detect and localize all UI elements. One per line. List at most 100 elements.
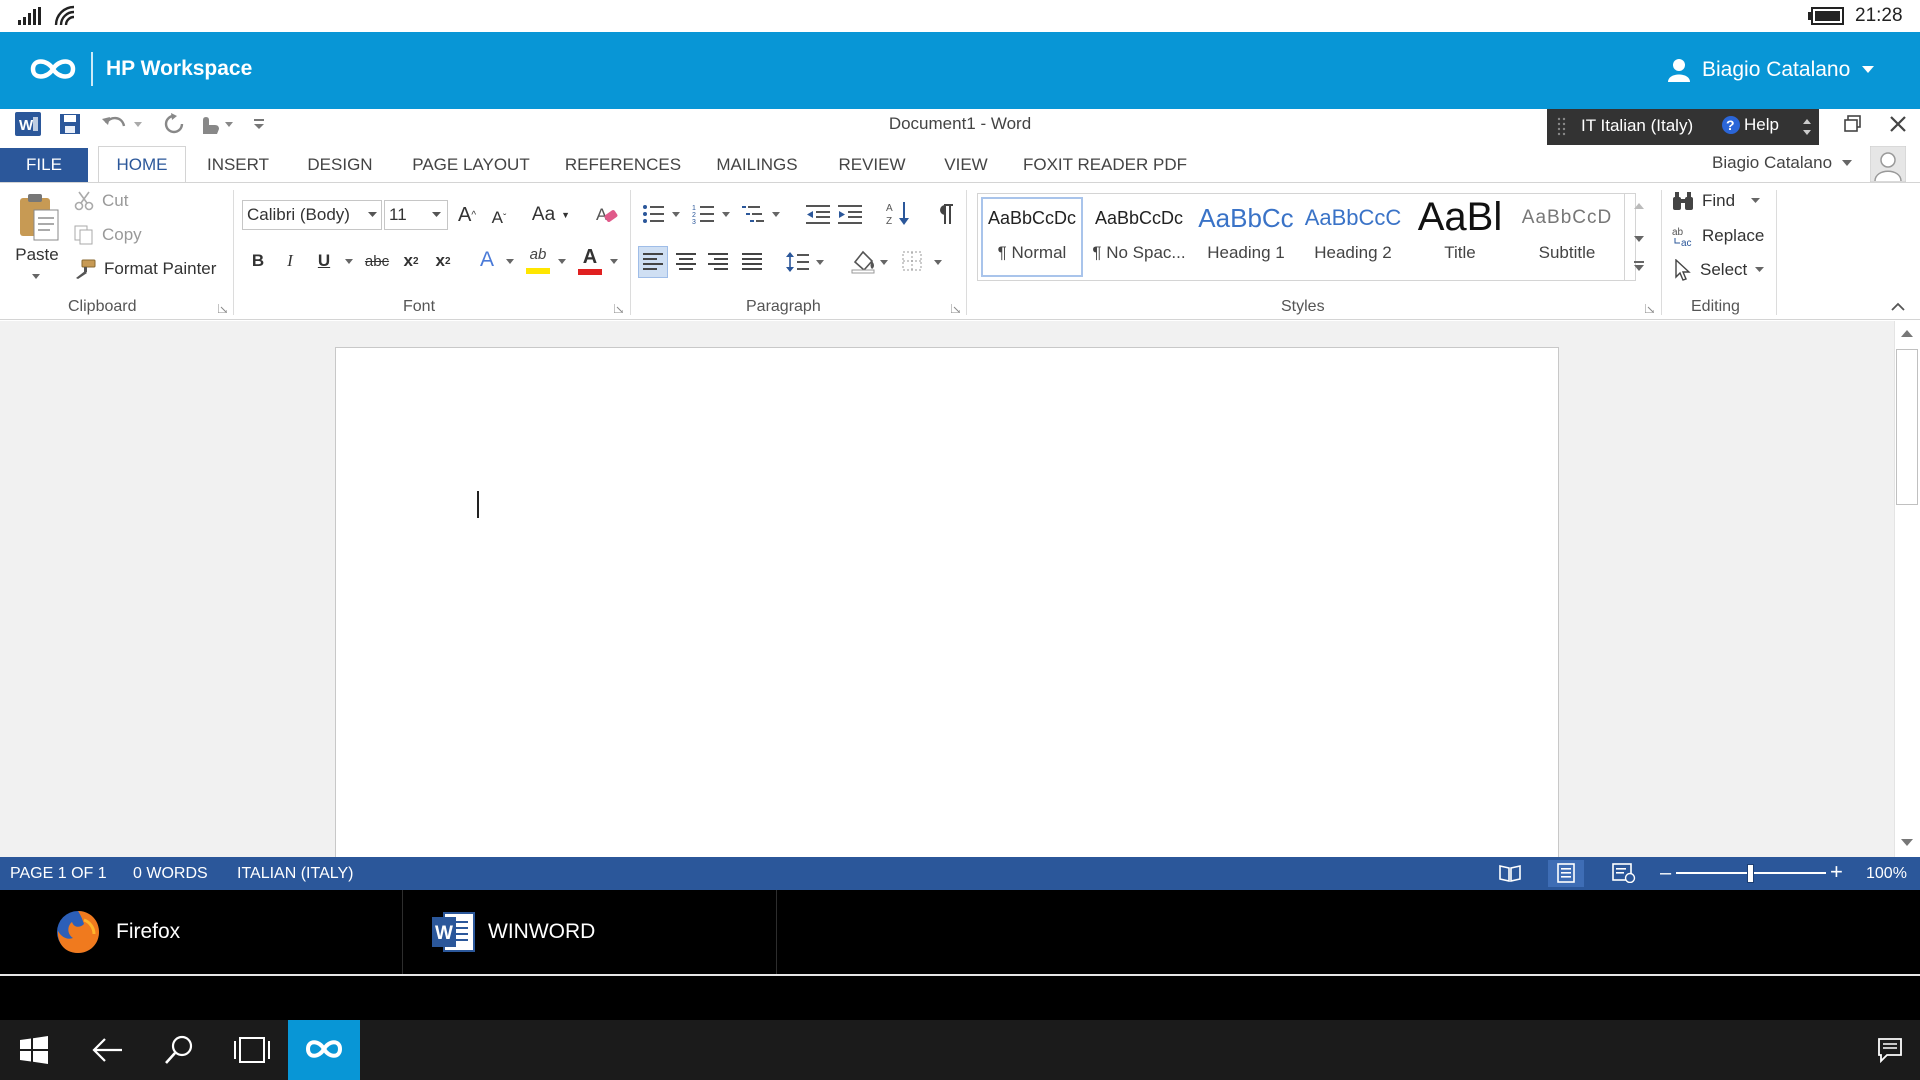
close-window-icon[interactable] — [1889, 115, 1907, 133]
format-painter-button[interactable]: Format Painter — [74, 259, 216, 279]
print-layout-icon[interactable] — [1555, 863, 1577, 883]
word-app-icon[interactable]: W — [14, 111, 42, 137]
proofing-language[interactable]: ITALIAN (ITALY) — [237, 864, 353, 884]
font-dialog-launcher-icon[interactable] — [614, 304, 623, 313]
increase-indent-icon[interactable] — [838, 203, 864, 225]
language-indicator[interactable]: IT Italian (Italy) — [1581, 116, 1693, 136]
scroll-down-icon[interactable] — [1900, 838, 1914, 848]
tab-file[interactable]: FILE — [0, 148, 88, 182]
action-center-icon[interactable] — [1877, 1037, 1903, 1063]
scroll-thumb[interactable] — [1896, 349, 1918, 505]
underline-dropdown-icon[interactable] — [345, 259, 353, 265]
font-name-dropdown-icon[interactable] — [368, 212, 377, 218]
paragraph-dialog-launcher-icon[interactable] — [951, 304, 960, 313]
italic-button[interactable]: I — [278, 248, 302, 274]
change-case-button[interactable]: Aa ▼ — [528, 200, 574, 230]
font-name-box[interactable]: Calibri (Body) — [242, 200, 382, 230]
style-subtitle[interactable]: AaBbCcD Subtitle — [1514, 197, 1620, 277]
style-heading-2[interactable]: AaBbCcC Heading 2 — [1300, 197, 1406, 277]
tab-design[interactable]: DESIGN — [296, 148, 384, 182]
numbering-icon[interactable]: 123 — [692, 203, 732, 225]
tab-mailings[interactable]: MAILINGS — [704, 148, 810, 182]
borders-icon[interactable] — [902, 250, 944, 274]
restore-window-icon[interactable] — [1844, 115, 1862, 133]
user-menu[interactable]: Biagio Catalano — [1668, 50, 1875, 90]
document-page[interactable] — [335, 347, 1559, 867]
align-right-icon[interactable] — [708, 252, 730, 272]
subscript-button[interactable]: x2 — [398, 248, 424, 274]
bullets-icon[interactable] — [642, 203, 682, 225]
hp-workspace-taskbar-button[interactable] — [288, 1020, 360, 1080]
superscript-button[interactable]: x2 — [430, 248, 456, 274]
show-formatting-marks-icon[interactable] — [936, 203, 954, 225]
web-layout-icon[interactable] — [1612, 863, 1636, 883]
style-no-spacing[interactable]: AaBbCcDc ¶ No Spac... — [1086, 197, 1192, 277]
tab-insert[interactable]: INSERT — [196, 148, 280, 182]
font-size-dropdown-icon[interactable] — [432, 212, 441, 218]
text-effects-dropdown-icon[interactable] — [506, 259, 514, 265]
undo-button[interactable] — [100, 111, 142, 137]
highlight-dropdown-icon[interactable] — [558, 259, 566, 265]
redo-icon[interactable] — [161, 111, 187, 137]
back-arrow-icon[interactable] — [92, 1036, 124, 1064]
style-title[interactable]: AaBl Title — [1407, 197, 1513, 277]
grip-icon[interactable] — [1557, 117, 1567, 137]
tab-references[interactable]: REFERENCES — [558, 148, 688, 182]
word-count[interactable]: 0 WORDS — [133, 864, 208, 884]
customize-qat-icon[interactable] — [250, 111, 268, 137]
clear-formatting-icon[interactable]: A — [596, 202, 618, 226]
paste-button[interactable]: Paste — [14, 245, 60, 265]
scroll-up-icon[interactable] — [1900, 328, 1914, 338]
account-avatar[interactable] — [1870, 146, 1906, 182]
styles-dialog-launcher-icon[interactable] — [1645, 304, 1654, 313]
strikethrough-button[interactable]: abc — [360, 248, 394, 274]
font-color-dropdown-icon[interactable] — [610, 259, 618, 265]
help-button[interactable]: ? Help — [1721, 115, 1779, 135]
tab-review[interactable]: REVIEW — [826, 148, 918, 182]
tab-home[interactable]: HOME — [98, 148, 186, 182]
taskbar-app-firefox[interactable]: Firefox — [54, 890, 180, 974]
style-normal[interactable]: AaBbCcDc ¶ Normal — [979, 197, 1085, 277]
font-color-button[interactable]: A — [576, 246, 604, 276]
shading-icon[interactable] — [850, 248, 890, 274]
tab-page-layout[interactable]: PAGE LAYOUT — [400, 148, 542, 182]
replace-button[interactable]: ab ac Replace — [1672, 225, 1764, 247]
zoom-in-button[interactable]: + — [1830, 861, 1843, 883]
zoom-level[interactable]: 100% — [1866, 864, 1907, 884]
decrease-indent-icon[interactable] — [806, 203, 832, 225]
align-center-icon[interactable] — [676, 252, 698, 272]
search-icon[interactable] — [164, 1034, 194, 1066]
collapse-ribbon-icon[interactable] — [1891, 302, 1905, 311]
copy-button[interactable]: Copy — [74, 225, 142, 245]
sort-icon[interactable]: AZ — [886, 200, 912, 228]
cut-button[interactable]: Cut — [74, 191, 128, 211]
gallery-scroll-up-icon[interactable] — [1634, 202, 1644, 210]
paste-dropdown-icon[interactable] — [32, 274, 40, 280]
panel-scroll-icon[interactable] — [1802, 116, 1812, 138]
clipboard-dialog-launcher-icon[interactable] — [218, 304, 227, 313]
gallery-more-icon[interactable] — [1634, 260, 1644, 272]
line-spacing-icon[interactable] — [786, 250, 826, 274]
find-button[interactable]: Find — [1672, 191, 1761, 211]
tab-foxit-reader-pdf[interactable]: FOXIT READER PDF — [1014, 148, 1196, 182]
taskbar-app-winword[interactable]: W WINWORD — [430, 890, 595, 974]
touch-mode-button[interactable] — [197, 111, 235, 137]
highlight-button[interactable]: ab — [524, 246, 552, 276]
bold-button[interactable]: B — [246, 248, 270, 274]
tab-view[interactable]: VIEW — [934, 148, 998, 182]
shrink-font-button[interactable]: Aˇ — [486, 203, 512, 233]
read-mode-icon[interactable] — [1498, 863, 1522, 883]
justify-icon[interactable] — [742, 252, 764, 272]
text-effects-button[interactable]: A — [474, 246, 500, 274]
multilevel-list-icon[interactable] — [742, 203, 782, 225]
paste-icon[interactable] — [18, 192, 62, 242]
style-heading-1[interactable]: AaBbCc Heading 1 — [1193, 197, 1299, 277]
save-icon[interactable] — [57, 111, 83, 137]
grow-font-button[interactable]: A ^ — [454, 200, 480, 230]
select-button[interactable]: Select — [1674, 259, 1765, 281]
task-view-icon[interactable] — [231, 1036, 273, 1064]
gallery-scroll-down-icon[interactable] — [1634, 235, 1644, 243]
align-left-icon[interactable] — [643, 252, 665, 272]
underline-button[interactable]: U — [312, 248, 336, 274]
account-menu[interactable]: Biagio Catalano — [1712, 153, 1853, 173]
